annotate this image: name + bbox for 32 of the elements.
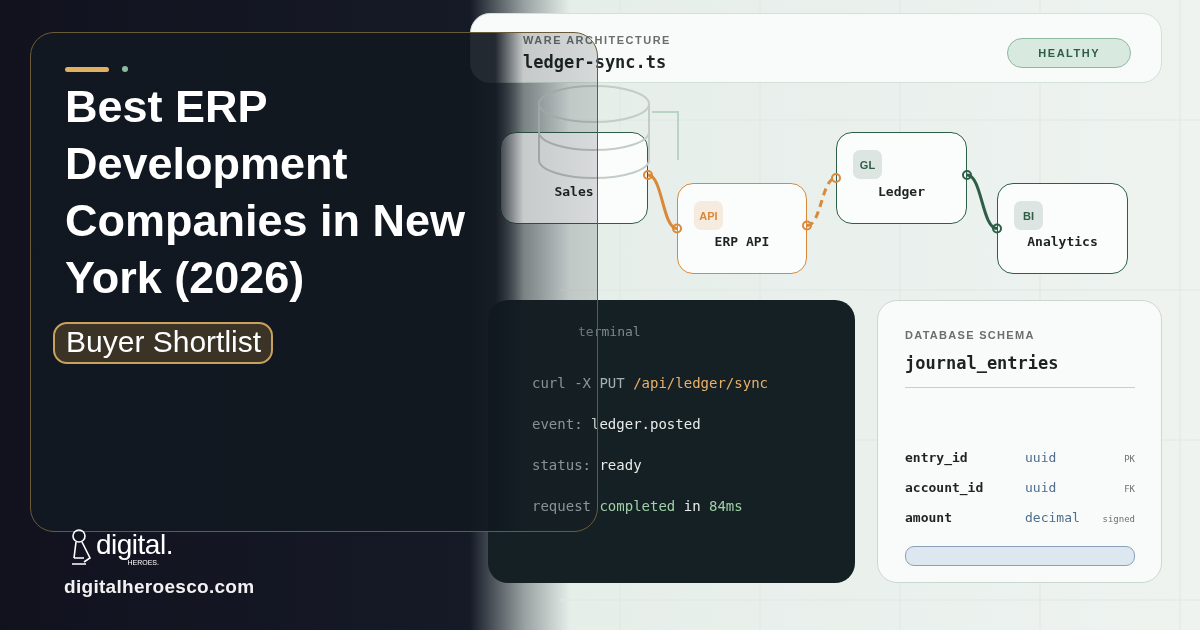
terminal-line: event: ledger.posted xyxy=(532,416,702,432)
terminal-line: request completed in 84ms xyxy=(532,498,744,514)
field-type: decimal xyxy=(1025,510,1081,525)
node-label: Ledger xyxy=(878,183,925,199)
accent-bar xyxy=(65,66,109,72)
status-badge: HEALTHY xyxy=(1007,38,1131,68)
table-name: journal_entries xyxy=(905,353,1135,388)
node-label: ERP API xyxy=(714,234,770,249)
logo-wordmark: digital. xyxy=(96,531,173,559)
node-tag: BI xyxy=(1014,201,1043,230)
subtitle-badge: Buyer Shortlist xyxy=(53,322,274,364)
field-tag: signed xyxy=(1102,514,1135,524)
field-tag: FK xyxy=(1124,484,1135,494)
headline: Best ERP Development Companies in New York (2026) xyxy=(65,80,467,305)
accent-dot xyxy=(122,66,128,72)
node-label: Sales xyxy=(554,183,594,199)
field-name: entry_id xyxy=(905,450,969,465)
database-icon xyxy=(538,85,650,179)
field-tag: PK xyxy=(1124,454,1135,464)
bracket-line xyxy=(651,111,679,161)
field-type: uuid xyxy=(1025,480,1058,495)
website-url: digitalheroesco.com xyxy=(64,576,255,598)
terminal-line: status: ready xyxy=(532,457,643,473)
node-tag: API xyxy=(694,201,723,230)
node-tag: GL xyxy=(853,150,882,179)
field-type: uuid xyxy=(1025,450,1058,465)
terminal-line: curl -X PUT /api/ledger/sync xyxy=(532,375,769,391)
node-label: Analytics xyxy=(1027,234,1098,249)
field-name: amount xyxy=(905,510,953,525)
field-name: account_id xyxy=(905,480,985,495)
schema-label: DATABASE SCHEMA xyxy=(905,329,1036,341)
mascot-icon xyxy=(70,528,94,566)
